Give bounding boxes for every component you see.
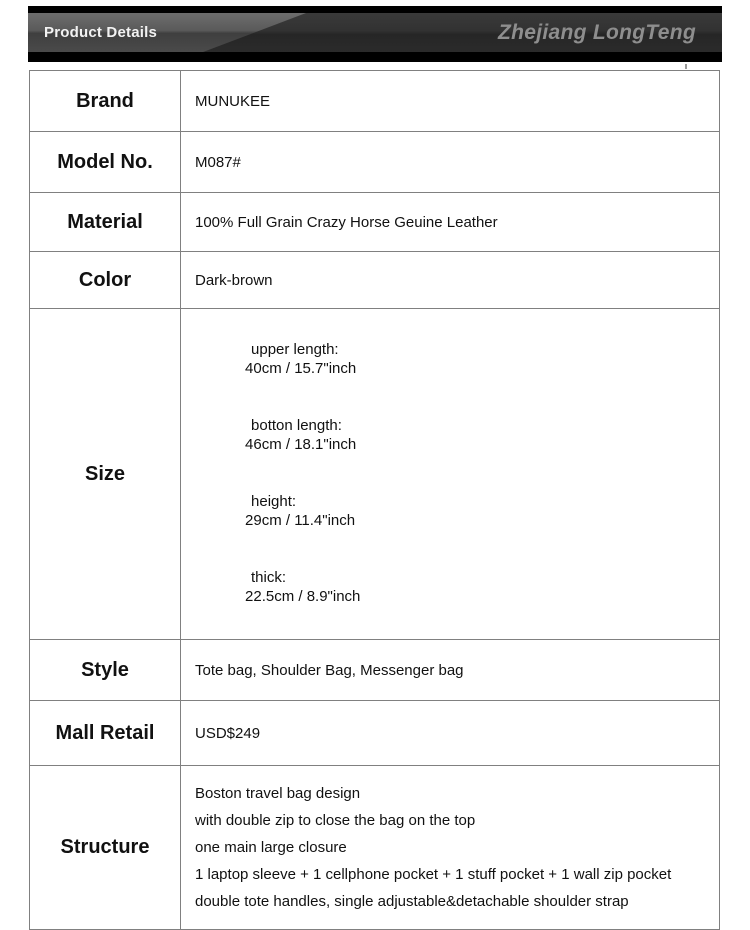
header-top-rule xyxy=(28,6,722,13)
table-row-size: Size upper length: 40cm / 15.7"inch bott… xyxy=(29,308,720,640)
size-value-botton-length: 46cm / 18.1"inch xyxy=(245,436,357,453)
value-brand: MUNUKEE xyxy=(180,70,720,132)
label-size: Size xyxy=(29,308,181,640)
size-line-upper-length: upper length: 40cm / 15.7"inch xyxy=(195,321,719,397)
table-row-structure: Structure Boston travel bag design with … xyxy=(29,765,720,930)
label-structure: Structure xyxy=(29,765,181,930)
value-model-no: M087# xyxy=(180,131,720,193)
company-brand-mark: Zhejiang LongTeng xyxy=(498,21,696,44)
size-value-upper-length: 40cm / 15.7"inch xyxy=(245,360,357,377)
label-color: Color xyxy=(29,251,181,309)
header-tab-label: Product Details xyxy=(44,24,158,41)
structure-line-5: double tote handles, single adjustable&d… xyxy=(195,893,629,910)
table-row-style: Style Tote bag, Shoulder Bag, Messenger … xyxy=(29,639,720,701)
value-color: Dark-brown xyxy=(180,251,720,309)
header-body: Product Details Zhejiang LongTeng xyxy=(28,13,722,52)
size-value-thick: 22.5cm / 8.9"inch xyxy=(245,588,361,605)
structure-feature-list: Boston travel bag design with double zip… xyxy=(195,772,719,923)
table-row-mall-retail: Mall Retail USD$249 xyxy=(29,700,720,766)
structure-line-3: one main large closure xyxy=(195,839,347,856)
size-name-height: height: xyxy=(251,493,297,510)
value-structure: Boston travel bag design with double zip… xyxy=(180,765,720,930)
label-mall-retail: Mall Retail xyxy=(29,700,181,766)
table-row-material: Material 100% Full Grain Crazy Horse Geu… xyxy=(29,192,720,252)
value-size: upper length: 40cm / 15.7"inch botton le… xyxy=(180,308,720,640)
size-measurement-list: upper length: 40cm / 15.7"inch botton le… xyxy=(195,315,719,633)
structure-line-2: with double zip to close the bag on the … xyxy=(195,812,476,829)
table-row-brand: Brand MUNUKEE xyxy=(29,70,720,132)
size-line-thick: thick: 22.5cm / 8.9"inch xyxy=(195,549,719,625)
table-row-model-no: Model No. M087# xyxy=(29,131,720,193)
size-value-height: 29cm / 11.4"inch xyxy=(245,512,356,529)
value-style: Tote bag, Shoulder Bag, Messenger bag xyxy=(180,639,720,701)
label-material: Material xyxy=(29,192,181,252)
scan-artifact-tick xyxy=(685,64,687,69)
size-name-upper-length: upper length: xyxy=(251,341,339,358)
structure-line-1: Boston travel bag design xyxy=(195,785,361,802)
structure-line-4: 1 laptop sleeve + 1 cellphone pocket + 1… xyxy=(195,866,672,883)
size-name-thick: thick: xyxy=(251,569,287,586)
product-details-header: Product Details Zhejiang LongTeng xyxy=(28,6,722,62)
product-spec-table: Brand MUNUKEE Model No. M087# Material 1… xyxy=(29,70,720,930)
label-style: Style xyxy=(29,639,181,701)
label-brand: Brand xyxy=(29,70,181,132)
value-material: 100% Full Grain Crazy Horse Geuine Leath… xyxy=(180,192,720,252)
size-line-botton-length: botton length: 46cm / 18.1"inch xyxy=(195,397,719,473)
size-line-height: height: 29cm / 11.4"inch xyxy=(195,473,719,549)
header-bottom-rule xyxy=(28,52,722,62)
table-row-color: Color Dark-brown xyxy=(29,251,720,309)
size-name-botton-length: botton length: xyxy=(251,417,342,434)
value-mall-retail: USD$249 xyxy=(180,700,720,766)
label-model-no: Model No. xyxy=(29,131,181,193)
